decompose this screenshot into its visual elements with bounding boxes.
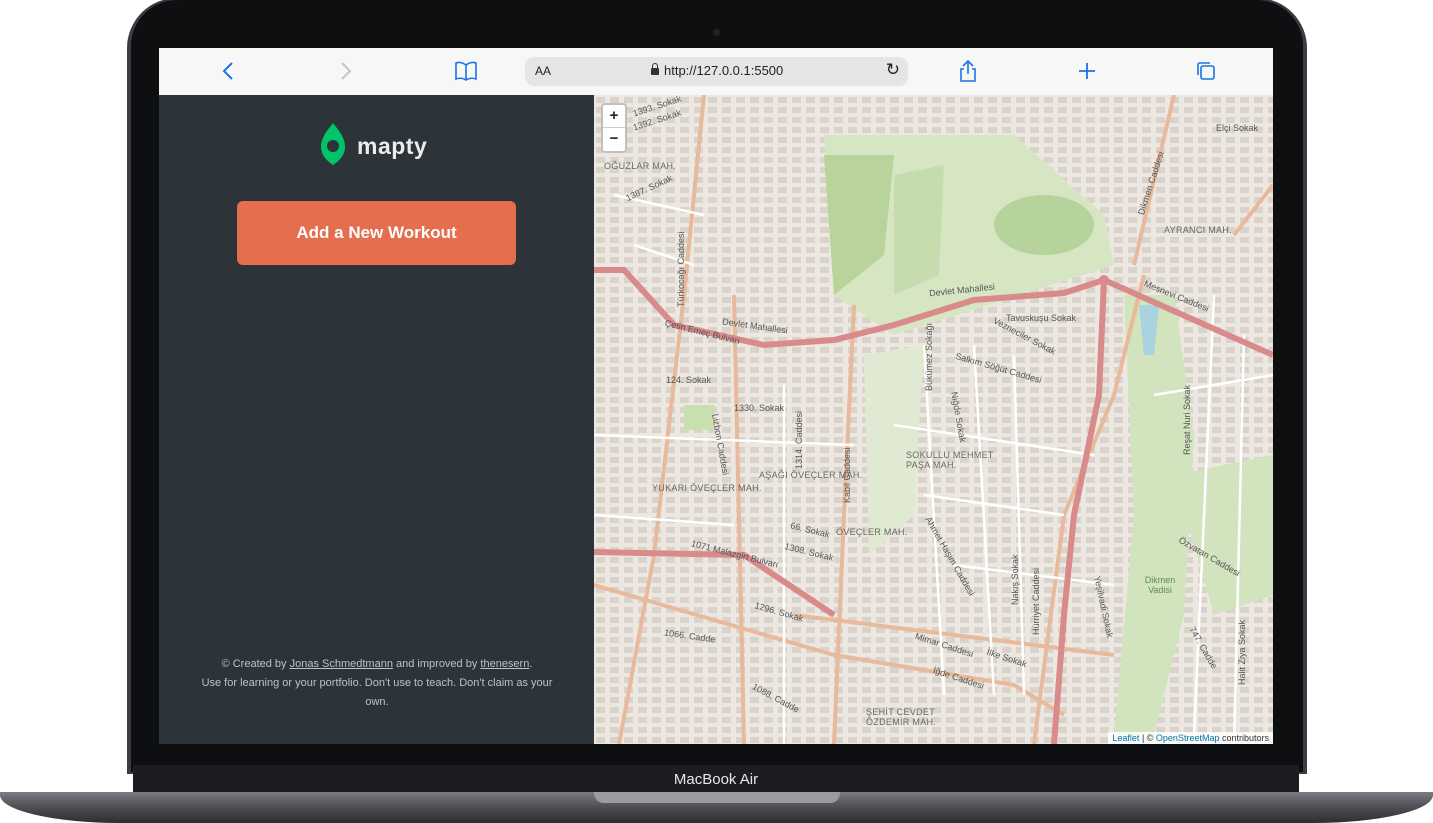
- logo-text: mapty: [357, 133, 428, 159]
- map-label: Nakış Sokak: [1010, 554, 1020, 605]
- improver-link[interactable]: thenesern: [480, 658, 529, 670]
- usage-note: Use for learning or your portfolio. Don'…: [201, 677, 553, 708]
- device-label: MacBook Air: [673, 771, 759, 788]
- url-text: http://127.0.0.1:5500: [664, 63, 784, 78]
- credits: © Created by Jonas Schmedtmann and impro…: [201, 658, 553, 708]
- map-label: Hürriyet Caddesi: [1031, 567, 1041, 635]
- zoom-in-button[interactable]: +: [603, 105, 625, 127]
- map-label: 1314. Caddesi: [794, 410, 804, 469]
- map-label: 1330. Sokak: [734, 403, 785, 413]
- map-label: Reşat Nuri Sokak: [1182, 384, 1192, 455]
- logo: mapty: [319, 121, 427, 172]
- reload-icon[interactable]: ↻: [886, 60, 900, 80]
- laptop-notch: [594, 792, 840, 803]
- map-label: Dikmen Vadisi: [1144, 575, 1176, 595]
- map-label: YUKARI ÖVEÇLER MAH.: [652, 483, 762, 493]
- map-label: ŞEHİT CEVDET ÖZDEMİR MAH.: [866, 707, 937, 727]
- forward-icon[interactable]: [335, 58, 357, 84]
- map-attribution: Leaflet | © OpenStreetMap contributors: [1108, 732, 1273, 744]
- map-label: Kabil Caddesi: [842, 447, 852, 503]
- map-label: SOKULLU MEHMET PAŞA MAH.: [906, 450, 994, 470]
- bookmarks-icon[interactable]: [451, 58, 481, 84]
- map[interactable]: 1393. Sokak 1392. Sokak OĞUZLAR MAH. 138…: [594, 95, 1273, 744]
- map-label: ÖVEÇLER MAH.: [836, 527, 908, 537]
- leaflet-link[interactable]: Leaflet: [1112, 733, 1139, 743]
- screen: AA http://127.0.0.1:5500 ↻ mapty Add a N…: [159, 48, 1273, 744]
- map-label: Bükümez Sokağı: [924, 322, 934, 391]
- map-label: OĞUZLAR MAH.: [604, 161, 677, 171]
- address-bar[interactable]: AA http://127.0.0.1:5500 ↻: [525, 57, 908, 86]
- text-size-button[interactable]: AA: [535, 64, 551, 78]
- zoom-control: + −: [601, 103, 627, 153]
- map-label: Halit Ziya Sokak: [1237, 619, 1247, 685]
- browser-toolbar: AA http://127.0.0.1:5500 ↻: [159, 48, 1273, 96]
- map-label: Tavuskuşu Sokak: [1006, 313, 1077, 323]
- tabs-icon[interactable]: [1192, 58, 1220, 84]
- back-icon[interactable]: [217, 58, 239, 84]
- map-label: Elçi Sokak: [1216, 123, 1259, 133]
- map-label: 124. Sokak: [666, 375, 712, 385]
- map-pin-icon: [319, 121, 347, 172]
- osm-link[interactable]: OpenStreetMap: [1156, 733, 1220, 743]
- zoom-out-button[interactable]: −: [603, 127, 625, 150]
- add-new-workout-button[interactable]: Add a New Workout: [237, 201, 516, 265]
- sidebar: mapty Add a New Workout © Created by Jon…: [159, 95, 594, 744]
- share-icon[interactable]: [954, 58, 982, 84]
- map-label: AYRANCI MAH.: [1164, 225, 1232, 235]
- map-label: Türkocağı Caddesi: [676, 231, 686, 307]
- author-link[interactable]: Jonas Schmedtmann: [290, 658, 393, 670]
- lock-icon: [651, 63, 659, 75]
- new-tab-icon[interactable]: [1073, 58, 1101, 84]
- laptop-chin: MacBook Air: [133, 765, 1299, 794]
- camera: [713, 29, 720, 36]
